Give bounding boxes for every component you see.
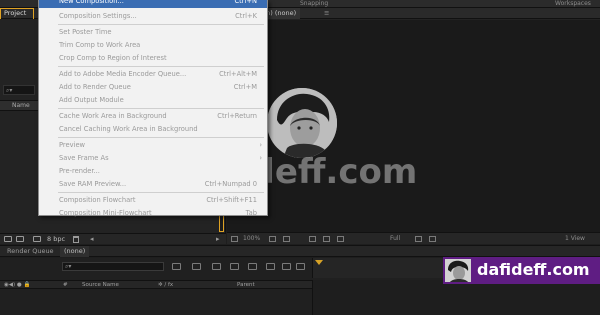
menu-item-shortcut: Ctrl+Alt+M — [219, 70, 257, 78]
always-preview-icon[interactable] — [231, 236, 238, 242]
menu-item-label: Composition Mini-Flowchart — [59, 209, 152, 217]
work-area-start-marker[interactable] — [315, 260, 323, 265]
menu-item-label: Preview — [59, 141, 86, 149]
show-snapshot-icon[interactable] — [323, 236, 330, 242]
column-header-parent[interactable]: Parent — [237, 281, 255, 289]
transparency-grid-icon[interactable] — [429, 236, 436, 242]
composition-tab-row: ition) (none) ≡ — [227, 8, 600, 19]
snapping-label[interactable]: Snapping — [300, 0, 328, 7]
menu-item-shortcut: Ctrl+Return — [217, 112, 257, 120]
menu-item-shortcut: Ctrl+Numpad 0 — [204, 180, 257, 188]
menu-item[interactable]: Save RAM Preview... Ctrl+Numpad 0 — [39, 178, 267, 191]
project-footer: 8 bpc ◂ ▸ — [0, 233, 226, 244]
grid-icon[interactable] — [283, 236, 290, 242]
column-header-name[interactable]: Name — [0, 100, 38, 111]
menu-item-label: Save RAM Preview... — [59, 180, 127, 188]
menu-item[interactable]: Composition Settings... Ctrl+K — [39, 10, 267, 23]
panel-menu-icon[interactable]: ≡ — [324, 8, 329, 18]
avatar — [267, 88, 337, 158]
menu-item-label: Add Output Module — [59, 96, 124, 104]
channel-icon[interactable] — [337, 236, 344, 242]
menu-item[interactable]: Cancel Caching Work Area in Background — [39, 123, 267, 136]
menu-item[interactable]: Preview › — [39, 139, 267, 152]
menu-item[interactable]: Add to Render Queue Ctrl+M — [39, 81, 267, 94]
new-folder-icon[interactable] — [16, 236, 24, 242]
submenu-arrow-icon: › — [259, 154, 262, 162]
brainstorm-icon[interactable] — [296, 263, 305, 270]
resolution-dropdown[interactable]: Full — [390, 234, 400, 244]
menu-separator — [58, 192, 264, 193]
menu-item-label: Set Poster Time — [59, 28, 112, 36]
menu-item-label: Cancel Caching Work Area in Background — [59, 125, 198, 133]
menu-item-label: Composition Settings... — [59, 12, 137, 20]
brand-badge: dafideff.com — [443, 257, 600, 284]
badge-avatar — [445, 259, 471, 282]
search-icon: ⌕▾ — [6, 87, 13, 94]
menu-item[interactable]: Crop Comp to Region of Interest — [39, 52, 267, 65]
layer-column-header: ◉◀) ● 🔒 # Source Name ✲ ∕ fx Parent — [0, 280, 312, 289]
column-header-hash[interactable]: # — [63, 281, 68, 289]
menu-item[interactable]: Add to Adobe Media Encoder Queue... Ctrl+… — [39, 68, 267, 81]
motion-blur-icon[interactable] — [266, 263, 275, 270]
menu-item[interactable]: Add Output Module — [39, 94, 267, 107]
column-header-source-name[interactable]: Source Name — [82, 281, 119, 289]
graph-editor-icon[interactable] — [282, 263, 291, 270]
menu-item-label: Cache Work Area in Background — [59, 112, 167, 120]
menu-item-shortcut: Ctrl+Shift+F11 — [206, 196, 257, 204]
menu-item-label: Trim Comp to Work Area — [59, 41, 141, 49]
menu-item-label: Add to Render Queue — [59, 83, 131, 91]
workspaces-label[interactable]: Workspaces — [555, 0, 591, 7]
timeline-track-area[interactable] — [312, 280, 600, 315]
tab-render-queue[interactable]: Render Queue — [3, 246, 58, 257]
tab-project[interactable]: Project — [0, 8, 34, 19]
scroll-right-icon[interactable]: ▸ — [216, 235, 220, 244]
composition-menu: New Composition... Ctrl+N Composition Se… — [38, 0, 268, 217]
menu-item-label: Pre-render... — [59, 167, 100, 175]
menu-item-shortcut: Ctrl+K — [235, 12, 257, 20]
project-search-input[interactable]: ⌕▾ — [3, 85, 35, 95]
trash-icon[interactable] — [73, 236, 79, 243]
live-update-icon[interactable] — [192, 263, 201, 270]
search-icon: ⌕▾ — [65, 263, 72, 270]
submenu-arrow-icon: › — [259, 141, 262, 149]
timeline-tab-row: Render Queue (none) — [0, 245, 600, 257]
menu-item[interactable]: Trim Comp to Work Area — [39, 39, 267, 52]
menu-separator — [58, 24, 264, 25]
menu-item-label: Add to Adobe Media Encoder Queue... — [59, 70, 187, 78]
menu-item-new-composition[interactable]: New Composition... Ctrl+N — [39, 0, 267, 8]
frame-blending-icon[interactable] — [248, 263, 257, 270]
comp-mini-flowchart-icon[interactable] — [172, 263, 181, 270]
menu-item[interactable]: Cache Work Area in Background Ctrl+Return — [39, 110, 267, 123]
menu-item-label: Crop Comp to Region of Interest — [59, 54, 167, 62]
interpret-footage-icon[interactable] — [4, 236, 12, 242]
new-composition-icon[interactable] — [33, 236, 41, 242]
menu-item-label: Save Frame As — [59, 154, 109, 162]
views-dropdown[interactable]: 1 View — [565, 234, 585, 244]
snapshot-icon[interactable] — [309, 236, 316, 242]
menu-separator — [58, 137, 264, 138]
menu-item[interactable]: Composition Flowchart Ctrl+Shift+F11 — [39, 194, 267, 207]
safe-areas-icon[interactable] — [269, 236, 276, 242]
menu-item-shortcut: Tab — [245, 209, 257, 217]
region-of-interest-icon[interactable] — [415, 236, 422, 242]
menu-item-shortcut: Ctrl+M — [233, 83, 257, 91]
menu-item-label: Composition Flowchart — [59, 196, 136, 204]
draft-3d-icon[interactable] — [212, 263, 221, 270]
scroll-left-icon[interactable]: ◂ — [90, 235, 94, 244]
tab-timeline-none[interactable]: (none) — [60, 246, 90, 257]
menu-separator — [58, 66, 264, 67]
menu-item[interactable]: Save Frame As › — [39, 152, 267, 165]
composition-toolbar: 100% Full 1 View — [227, 232, 600, 244]
menu-item[interactable]: Set Poster Time — [39, 26, 267, 39]
menu-item[interactable]: Composition Mini-Flowchart Tab — [39, 207, 267, 220]
hide-shy-layers-icon[interactable] — [230, 263, 239, 270]
badge-text: dafideff.com — [477, 260, 590, 279]
timeline-search-input[interactable]: ⌕▾ — [62, 262, 164, 271]
column-header-switches[interactable]: ✲ ∕ fx — [158, 281, 173, 289]
bit-depth-label[interactable]: 8 bpc — [47, 235, 65, 244]
menu-separator — [58, 108, 264, 109]
zoom-dropdown[interactable]: 100% — [243, 234, 260, 244]
av-switches-icon[interactable]: ◉◀) ● 🔒 — [4, 281, 30, 289]
menu-item[interactable]: Pre-render... — [39, 165, 267, 178]
